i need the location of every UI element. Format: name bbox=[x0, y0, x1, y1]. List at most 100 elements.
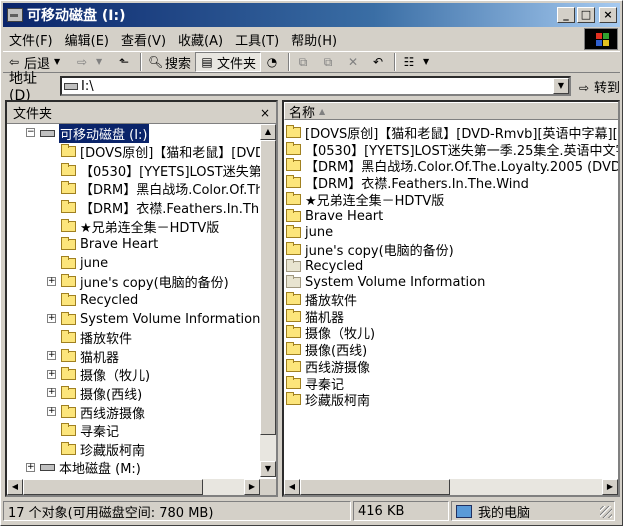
forward-button[interactable]: ⇨ ▼ bbox=[71, 52, 113, 72]
tree-horizontal-scrollbar[interactable]: ◀ ▶ bbox=[7, 479, 260, 495]
tree-folder-item[interactable]: System Volume Information bbox=[61, 310, 260, 328]
expand-icon[interactable]: + bbox=[47, 369, 56, 379]
tree-folder-item[interactable]: 播放软件 bbox=[61, 329, 132, 347]
scroll-right-icon[interactable]: ▶ bbox=[244, 479, 260, 495]
scroll-down-icon[interactable]: ▼ bbox=[260, 461, 276, 477]
tree-drive-item[interactable]: 可移动磁盘 (I:) bbox=[40, 124, 149, 143]
tree-folder-item[interactable]: 西线游摄像 bbox=[61, 403, 145, 422]
undo-button[interactable]: ↶ bbox=[367, 52, 392, 72]
folder-icon bbox=[286, 175, 301, 189]
file-list-item[interactable]: june bbox=[286, 224, 333, 241]
tree-item-label: Brave Heart bbox=[80, 237, 159, 253]
menu-help[interactable]: 帮助(H) bbox=[285, 30, 343, 49]
tree-vertical-scrollbar[interactable]: ▲ ▼ bbox=[260, 124, 276, 477]
toolbar-separator bbox=[288, 53, 291, 71]
history-button[interactable]: ◔ bbox=[261, 52, 286, 72]
file-item-label: june's copy(电脑的备份) bbox=[305, 243, 454, 259]
name-column-header[interactable]: 名称 ▲ bbox=[284, 102, 618, 121]
expand-icon[interactable]: + bbox=[26, 462, 35, 472]
tree-folder-item[interactable]: [DOVS原创]【猫和老鼠】[DVD bbox=[61, 143, 260, 161]
folder-icon bbox=[286, 225, 301, 239]
expand-icon[interactable]: + bbox=[47, 351, 56, 361]
tree-folder-item[interactable]: june bbox=[61, 254, 108, 272]
address-input[interactable]: I:\ ▼ bbox=[60, 76, 571, 96]
menu-tools[interactable]: 工具(T) bbox=[229, 30, 285, 49]
title-bar[interactable]: 可移动磁盘 (I:) _ □ × bbox=[3, 3, 620, 27]
menu-edit[interactable]: 编辑(E) bbox=[59, 30, 115, 49]
scroll-up-icon[interactable]: ▲ bbox=[260, 124, 276, 140]
scroll-thumb[interactable] bbox=[300, 479, 450, 495]
file-list-item[interactable]: ★兄弟连全集－HDTV版 bbox=[286, 191, 444, 209]
menu-favorites[interactable]: 收藏(A) bbox=[172, 30, 229, 49]
search-button[interactable]: 🔍︎ 搜索 bbox=[144, 52, 195, 72]
tree-folder-item[interactable]: 猫机器 bbox=[61, 347, 119, 366]
scroll-thumb[interactable] bbox=[23, 479, 203, 495]
resize-grip[interactable] bbox=[600, 506, 612, 518]
file-list-item[interactable]: 【DRM】黑白战场.Color.Of.The.Loyalty.2005 (DVD… bbox=[286, 157, 618, 175]
tree-folder-item[interactable]: Brave Heart bbox=[61, 236, 158, 254]
file-list-item[interactable]: Brave Heart bbox=[286, 208, 383, 225]
scroll-left-icon[interactable]: ◀ bbox=[7, 479, 23, 495]
minimize-button[interactable]: _ bbox=[557, 7, 575, 23]
go-button[interactable]: ⇨ 转到 bbox=[577, 77, 620, 96]
tree-item-label: ★兄弟连全集－HDTV版 bbox=[80, 220, 220, 236]
folder-icon bbox=[61, 255, 76, 269]
file-list-item[interactable]: 【0530】[YYETS]LOST迷失第一季.25集全.英语中文字 bbox=[286, 141, 618, 159]
file-list-item[interactable]: 珍藏版柯南 bbox=[286, 391, 371, 410]
status-bar: 17 个对象(可用磁盘空间: 780 MB) 416 KB 我的电脑 bbox=[3, 501, 620, 523]
folder-icon bbox=[286, 258, 301, 272]
file-list-item[interactable]: 猫机器 bbox=[286, 308, 344, 326]
tree-folder-item[interactable]: 摄像（牧儿) bbox=[61, 366, 150, 384]
file-list-item[interactable]: System Volume Information bbox=[286, 274, 485, 291]
file-list-item[interactable]: june's copy(电脑的备份) bbox=[286, 241, 454, 259]
tree-item-label: 本地磁盘 (M:) bbox=[59, 462, 141, 477]
scroll-thumb[interactable] bbox=[260, 140, 276, 435]
tree-drive-item[interactable]: 本地磁盘 (M:) bbox=[40, 459, 141, 477]
file-list-item[interactable]: Recycled bbox=[286, 258, 363, 275]
folder-icon bbox=[61, 199, 76, 213]
maximize-button[interactable]: □ bbox=[577, 7, 595, 23]
file-list-item[interactable]: 西线游摄像 bbox=[286, 358, 370, 376]
folders-button[interactable]: ▤ 文件夹 bbox=[195, 52, 262, 72]
expand-icon[interactable]: + bbox=[47, 407, 56, 416]
copy-to-button[interactable]: ⧉ bbox=[317, 52, 342, 72]
file-list-item[interactable]: 寻秦记 bbox=[286, 375, 344, 393]
views-button[interactable]: ☷ ▼ bbox=[398, 52, 440, 72]
dropdown-icon: ▼ bbox=[422, 57, 430, 66]
file-list-item[interactable]: 摄像(西线) bbox=[286, 341, 367, 359]
tree-folder-item[interactable]: june's copy(电脑的备份) bbox=[61, 273, 229, 291]
menu-file[interactable]: 文件(F) bbox=[3, 30, 59, 49]
expand-icon[interactable]: + bbox=[47, 276, 56, 286]
list-horizontal-scrollbar[interactable]: ◀ ▶ bbox=[284, 479, 618, 495]
tree-folder-item[interactable]: Recycled bbox=[61, 291, 138, 309]
move-to-button[interactable]: ⧉ bbox=[292, 52, 317, 72]
file-item-label: 珍藏版柯南 bbox=[305, 394, 371, 410]
file-list-item[interactable]: 【DRM】衣襟.Feathers.In.The.Wind bbox=[286, 174, 529, 192]
tree-folder-item[interactable]: 珍藏版柯南 bbox=[61, 440, 146, 459]
file-list-item[interactable]: 摄像（牧儿) bbox=[286, 324, 375, 342]
up-folder-button[interactable]: ⬑ bbox=[113, 52, 138, 72]
delete-button[interactable]: ✕ bbox=[342, 52, 367, 72]
menu-view[interactable]: 查看(V) bbox=[115, 30, 172, 49]
address-dropdown-icon[interactable]: ▼ bbox=[552, 78, 569, 94]
tree-folder-item[interactable]: 【0530】[YYETS]LOST迷失第 bbox=[61, 161, 260, 180]
tree-folder-item[interactable]: 【DRM】黑白战场.Color.Of.Th bbox=[61, 180, 260, 198]
tree-item-label: 珍藏版柯南 bbox=[80, 443, 146, 459]
scroll-left-icon[interactable]: ◀ bbox=[284, 479, 300, 495]
explorer-window: 可移动磁盘 (I:) _ □ × 文件(F) 编辑(E) 查看(V) 收藏(A)… bbox=[0, 0, 623, 526]
tree-folder-item[interactable]: ★兄弟连全集－HDTV版 bbox=[61, 217, 220, 236]
file-list-item[interactable]: [DOVS原创]【猫和老鼠】[DVD-Rmvb][英语中字幕][1 bbox=[286, 124, 618, 142]
folder-icon bbox=[286, 358, 301, 372]
expand-icon[interactable]: + bbox=[47, 388, 56, 398]
collapse-icon[interactable]: − bbox=[26, 128, 35, 137]
tree-folder-item[interactable]: 【DRM】衣襟.Feathers.In.Th bbox=[61, 198, 259, 217]
folder-icon bbox=[286, 308, 301, 322]
tree-folder-item[interactable]: 寻秦记 bbox=[61, 422, 119, 440]
file-list-item[interactable]: 播放软件 bbox=[286, 291, 357, 309]
scroll-right-icon[interactable]: ▶ bbox=[602, 479, 618, 495]
close-button[interactable]: × bbox=[599, 7, 617, 23]
tree-folder-item[interactable]: 摄像(西线) bbox=[61, 384, 142, 403]
close-icon[interactable]: × bbox=[260, 106, 270, 120]
folder-icon bbox=[286, 342, 301, 356]
expand-icon[interactable]: + bbox=[47, 314, 56, 323]
